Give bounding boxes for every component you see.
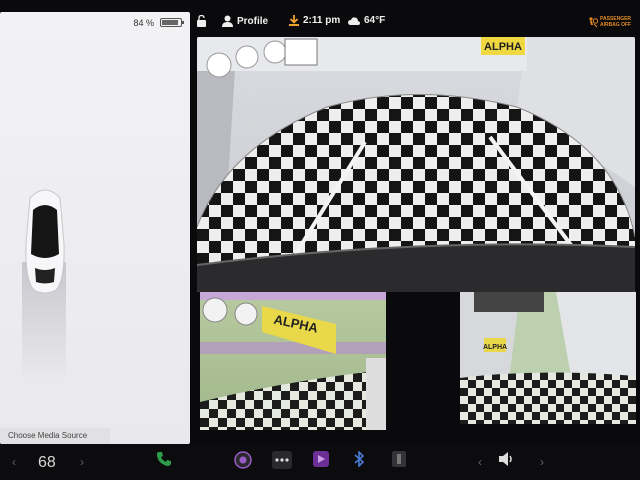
rear-banner-text: ALPHA	[484, 41, 522, 53]
right-banner-text: ALPHA	[483, 344, 507, 351]
media-icon[interactable]	[313, 451, 329, 467]
time-label: 2:11 pm	[303, 15, 341, 26]
dots-icon[interactable]	[272, 451, 292, 469]
volume-up-chevron-icon[interactable]: ›	[540, 455, 544, 469]
volume-icon[interactable]	[498, 451, 516, 467]
bluetooth-icon[interactable]	[352, 451, 366, 467]
status-bar: Profile 2:11 pm 64°F PASSENGER AIRBAG OF…	[192, 12, 640, 34]
media-source-bar[interactable]: Choose Media Source	[0, 428, 110, 444]
right-repeater-camera-view[interactable]: ALPHA	[460, 292, 636, 424]
phone-icon[interactable]	[156, 451, 172, 467]
media-source-label[interactable]: Choose Media Source	[8, 431, 87, 440]
download-icon	[289, 15, 299, 26]
profile-label: Profile	[237, 15, 269, 27]
camera-icon[interactable]	[234, 451, 252, 469]
battery-icon	[160, 18, 184, 27]
person-icon	[222, 15, 233, 27]
temp-down-chevron-icon[interactable]: ‹	[12, 455, 16, 469]
car-icon[interactable]	[22, 184, 68, 296]
cloud-icon	[348, 16, 360, 25]
clock: 2:11 pm	[289, 15, 340, 26]
lock-icon[interactable]	[196, 15, 207, 27]
outside-temperature: 64°F	[364, 15, 386, 26]
volume-down-chevron-icon[interactable]: ‹	[478, 455, 482, 469]
airbag-indicator: PASSENGER AIRBAG OFF	[588, 16, 634, 28]
vehicle-panel: 84 % Choose Media Source	[0, 12, 190, 444]
rear-camera-view[interactable]: ALPHA	[197, 37, 635, 292]
left-repeater-camera-view[interactable]: ALPHA	[200, 292, 386, 430]
bottom-taskbar: ‹ 68 › ‹ ›	[0, 444, 640, 480]
profile-button[interactable]: Profile	[222, 15, 268, 27]
battery-percent: 84 %	[133, 18, 154, 28]
airbag-status: PASSENGER AIRBAG OFF	[600, 16, 632, 28]
cabin-temperature[interactable]: 68	[38, 454, 56, 472]
temp-up-chevron-icon[interactable]: ›	[80, 455, 84, 469]
airbag-icon	[589, 16, 598, 27]
app-icon[interactable]	[392, 451, 406, 467]
weather: 64°F	[348, 15, 385, 26]
